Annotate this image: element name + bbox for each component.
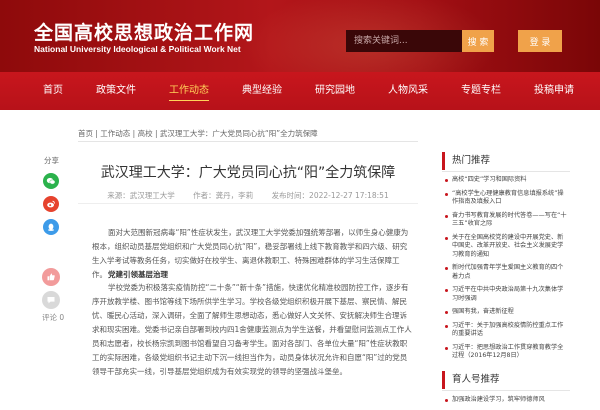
- login-button[interactable]: 登 录: [518, 30, 562, 52]
- article-meta-divider: [78, 203, 418, 204]
- list-item[interactable]: “高校学生心理健康教育信息填报系统”操作指南及填报入口: [442, 190, 570, 207]
- breadcrumb[interactable]: 首页 | 工作动态 | 高校 | 武汉理工大学：广大党员同心抗“阳”全力筑保障: [78, 128, 318, 139]
- weibo-share-button[interactable]: [43, 196, 59, 212]
- article-meta: 来源：武汉理工大学 作者：龚丹，李莉 发布时间：2022-12-27 17:18…: [78, 190, 418, 201]
- article-paragraph-2: 学校党委为积极落实疫情防控“二十条”“新十条”措施，快速优化精准校园防控工作，逐…: [92, 281, 412, 379]
- weibo-icon: [47, 200, 55, 208]
- list-item[interactable]: 习近平：关于加强高校疫情防控重点工作的重要讲话: [442, 322, 570, 339]
- site-logo-english: National University Ideological & Politi…: [34, 44, 241, 54]
- list-item[interactable]: 关于在全国高校党的建设中开展党史、新中国史、改革开放史、社会主义发展史学习教育的…: [442, 234, 570, 260]
- like-button[interactable]: [42, 268, 60, 286]
- paragraph-2-text: 学校党委为积极落实疫情防控“二十条”“新十条”措施，快速优化精准校园防控工作，逐…: [92, 283, 412, 376]
- thumbs-up-icon: [47, 273, 55, 281]
- article-title: 武汉理工大学：广大党员同心抗“阳”全力筑保障: [100, 165, 396, 181]
- list-item[interactable]: 奋力书写教育发展的时代答卷——写在“十三五”收官之际: [442, 212, 570, 229]
- list-item[interactable]: 强国有我，奋进新征程: [442, 308, 570, 317]
- nav-item-policy[interactable]: 政策文件: [81, 72, 154, 110]
- search-button[interactable]: 搜 索: [462, 30, 494, 52]
- nav-item-home[interactable]: 首页: [28, 72, 81, 110]
- list-item[interactable]: 新时代加强青年学生爱国主义教育的四个着力点: [442, 264, 570, 281]
- list-item[interactable]: 加强政治建设学习，筑牢师德师风: [442, 396, 570, 405]
- comment-count: 评论 0: [42, 313, 65, 322]
- list-item[interactable]: 习近平：把思想政治工作贯穿教育教学全过程（2016年12月8日）: [442, 344, 570, 361]
- list-item[interactable]: 习近平在中共中央政治局第十九次集体学习时强调: [442, 286, 570, 303]
- article-author: 作者：龚丹，李莉: [193, 191, 254, 200]
- nav-item-experience[interactable]: 典型经验: [227, 72, 300, 110]
- nav-item-work-news[interactable]: 工作动态: [154, 72, 227, 110]
- education-recommend-heading: 育人号推荐: [442, 371, 570, 389]
- site-header: 全国高校思想政治工作网 National University Ideologi…: [0, 0, 600, 72]
- breadcrumb-divider: [78, 141, 418, 142]
- comment-button[interactable]: [42, 291, 60, 309]
- hot-recommend-divider: [442, 171, 570, 172]
- article-source: 来源：武汉理工大学: [107, 191, 175, 200]
- search-input[interactable]: [346, 30, 462, 52]
- nav-item-people[interactable]: 人物风采: [373, 72, 446, 110]
- comment-icon: [47, 297, 55, 304]
- education-recommend-list: 加强政治建设学习，筑牢师德师风: [442, 396, 570, 405]
- hot-recommend-heading: 热门推荐: [442, 152, 570, 170]
- nav-item-submit[interactable]: 投稿申请: [519, 72, 592, 110]
- nav-item-research[interactable]: 研究园地: [300, 72, 373, 110]
- qq-icon: [48, 223, 54, 231]
- qq-share-button[interactable]: [43, 219, 59, 235]
- wechat-share-button[interactable]: [43, 173, 59, 189]
- article-subheading: 党建引领基层治理: [108, 270, 168, 279]
- share-label: 分享: [44, 156, 59, 165]
- site-logo[interactable]: 全国高校思想政治工作网: [34, 18, 254, 45]
- education-recommend-divider: [442, 390, 570, 391]
- hot-recommend-list: 高校“四史”学习和国际资料 “高校学生心理健康教育信息填报系统”操作指南及填报入…: [442, 176, 570, 366]
- main-nav: 首页 政策文件 工作动态 典型经验 研究园地 人物风采 专题专栏 投稿申请: [0, 72, 600, 110]
- list-item[interactable]: 高校“四史”学习和国际资料: [442, 176, 570, 185]
- article-date: 发布时间：2022-12-27 17:18:51: [271, 191, 389, 200]
- nav-item-topics[interactable]: 专题专栏: [446, 72, 519, 110]
- wechat-icon: [46, 177, 56, 185]
